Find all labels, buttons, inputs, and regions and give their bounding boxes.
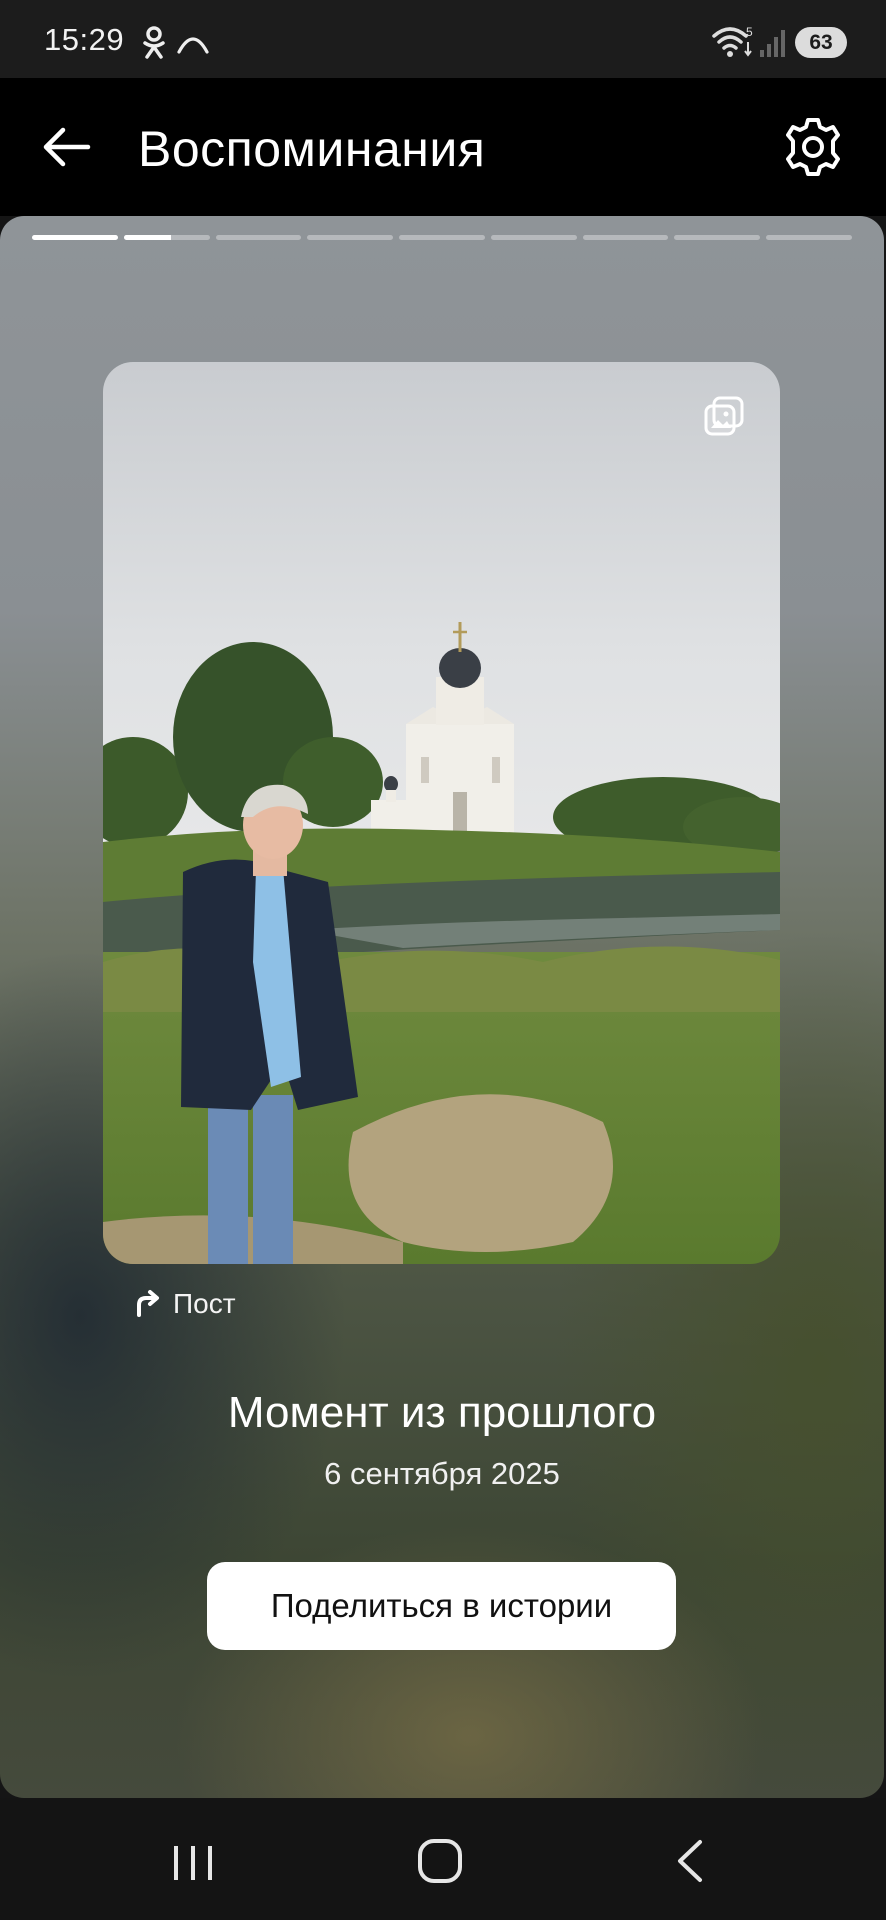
svg-text:5: 5	[746, 25, 753, 39]
settings-button[interactable]	[780, 114, 846, 180]
gear-icon	[786, 118, 840, 176]
progress-segment	[490, 235, 577, 240]
progress-segment	[399, 235, 485, 240]
memory-date: 6 сентября 2025	[324, 1456, 560, 1491]
back-chevron-icon[interactable]	[670, 1838, 710, 1884]
progress-segment	[32, 235, 118, 240]
repost-icon	[137, 1290, 159, 1317]
back-button[interactable]	[34, 114, 100, 180]
memory-photo[interactable]	[103, 362, 780, 1264]
progress-segment	[215, 235, 302, 240]
home-icon[interactable]	[415, 1836, 465, 1886]
share-to-story-button[interactable]: Поделиться в истории	[207, 1562, 676, 1650]
progress-segment	[123, 235, 210, 240]
gallery-icon	[704, 396, 744, 436]
photo-scene	[103, 362, 780, 1264]
page-title: Воспоминания	[138, 121, 486, 177]
app-header: Воспоминания	[0, 78, 886, 216]
recent-apps-icon[interactable]	[168, 1842, 218, 1884]
status-time: 15:29	[44, 22, 125, 57]
memory-card[interactable]: Пост Момент из прошлого 6 сентября 2025 …	[0, 216, 884, 1798]
progress-segment	[307, 235, 394, 240]
arc-icon	[177, 37, 209, 54]
story-progress	[32, 235, 853, 240]
battery-indicator: 63	[795, 27, 847, 58]
progress-segment	[674, 235, 761, 240]
progress-segment-fill	[123, 235, 171, 240]
wifi-icon: 5	[712, 25, 753, 57]
source-label: Пост	[173, 1288, 236, 1319]
progress-segment	[766, 235, 853, 240]
system-nav-bar	[0, 1798, 886, 1920]
memory-source: Пост	[133, 1284, 236, 1324]
arrow-left-icon	[43, 127, 91, 167]
memory-title: Момент из прошлого	[227, 1388, 657, 1437]
status-bar: 15:29 5 63	[0, 0, 886, 78]
progress-segment	[582, 235, 669, 240]
progress-segment-fill	[32, 235, 118, 240]
signal-icon	[760, 30, 785, 57]
ok-icon	[143, 26, 165, 59]
